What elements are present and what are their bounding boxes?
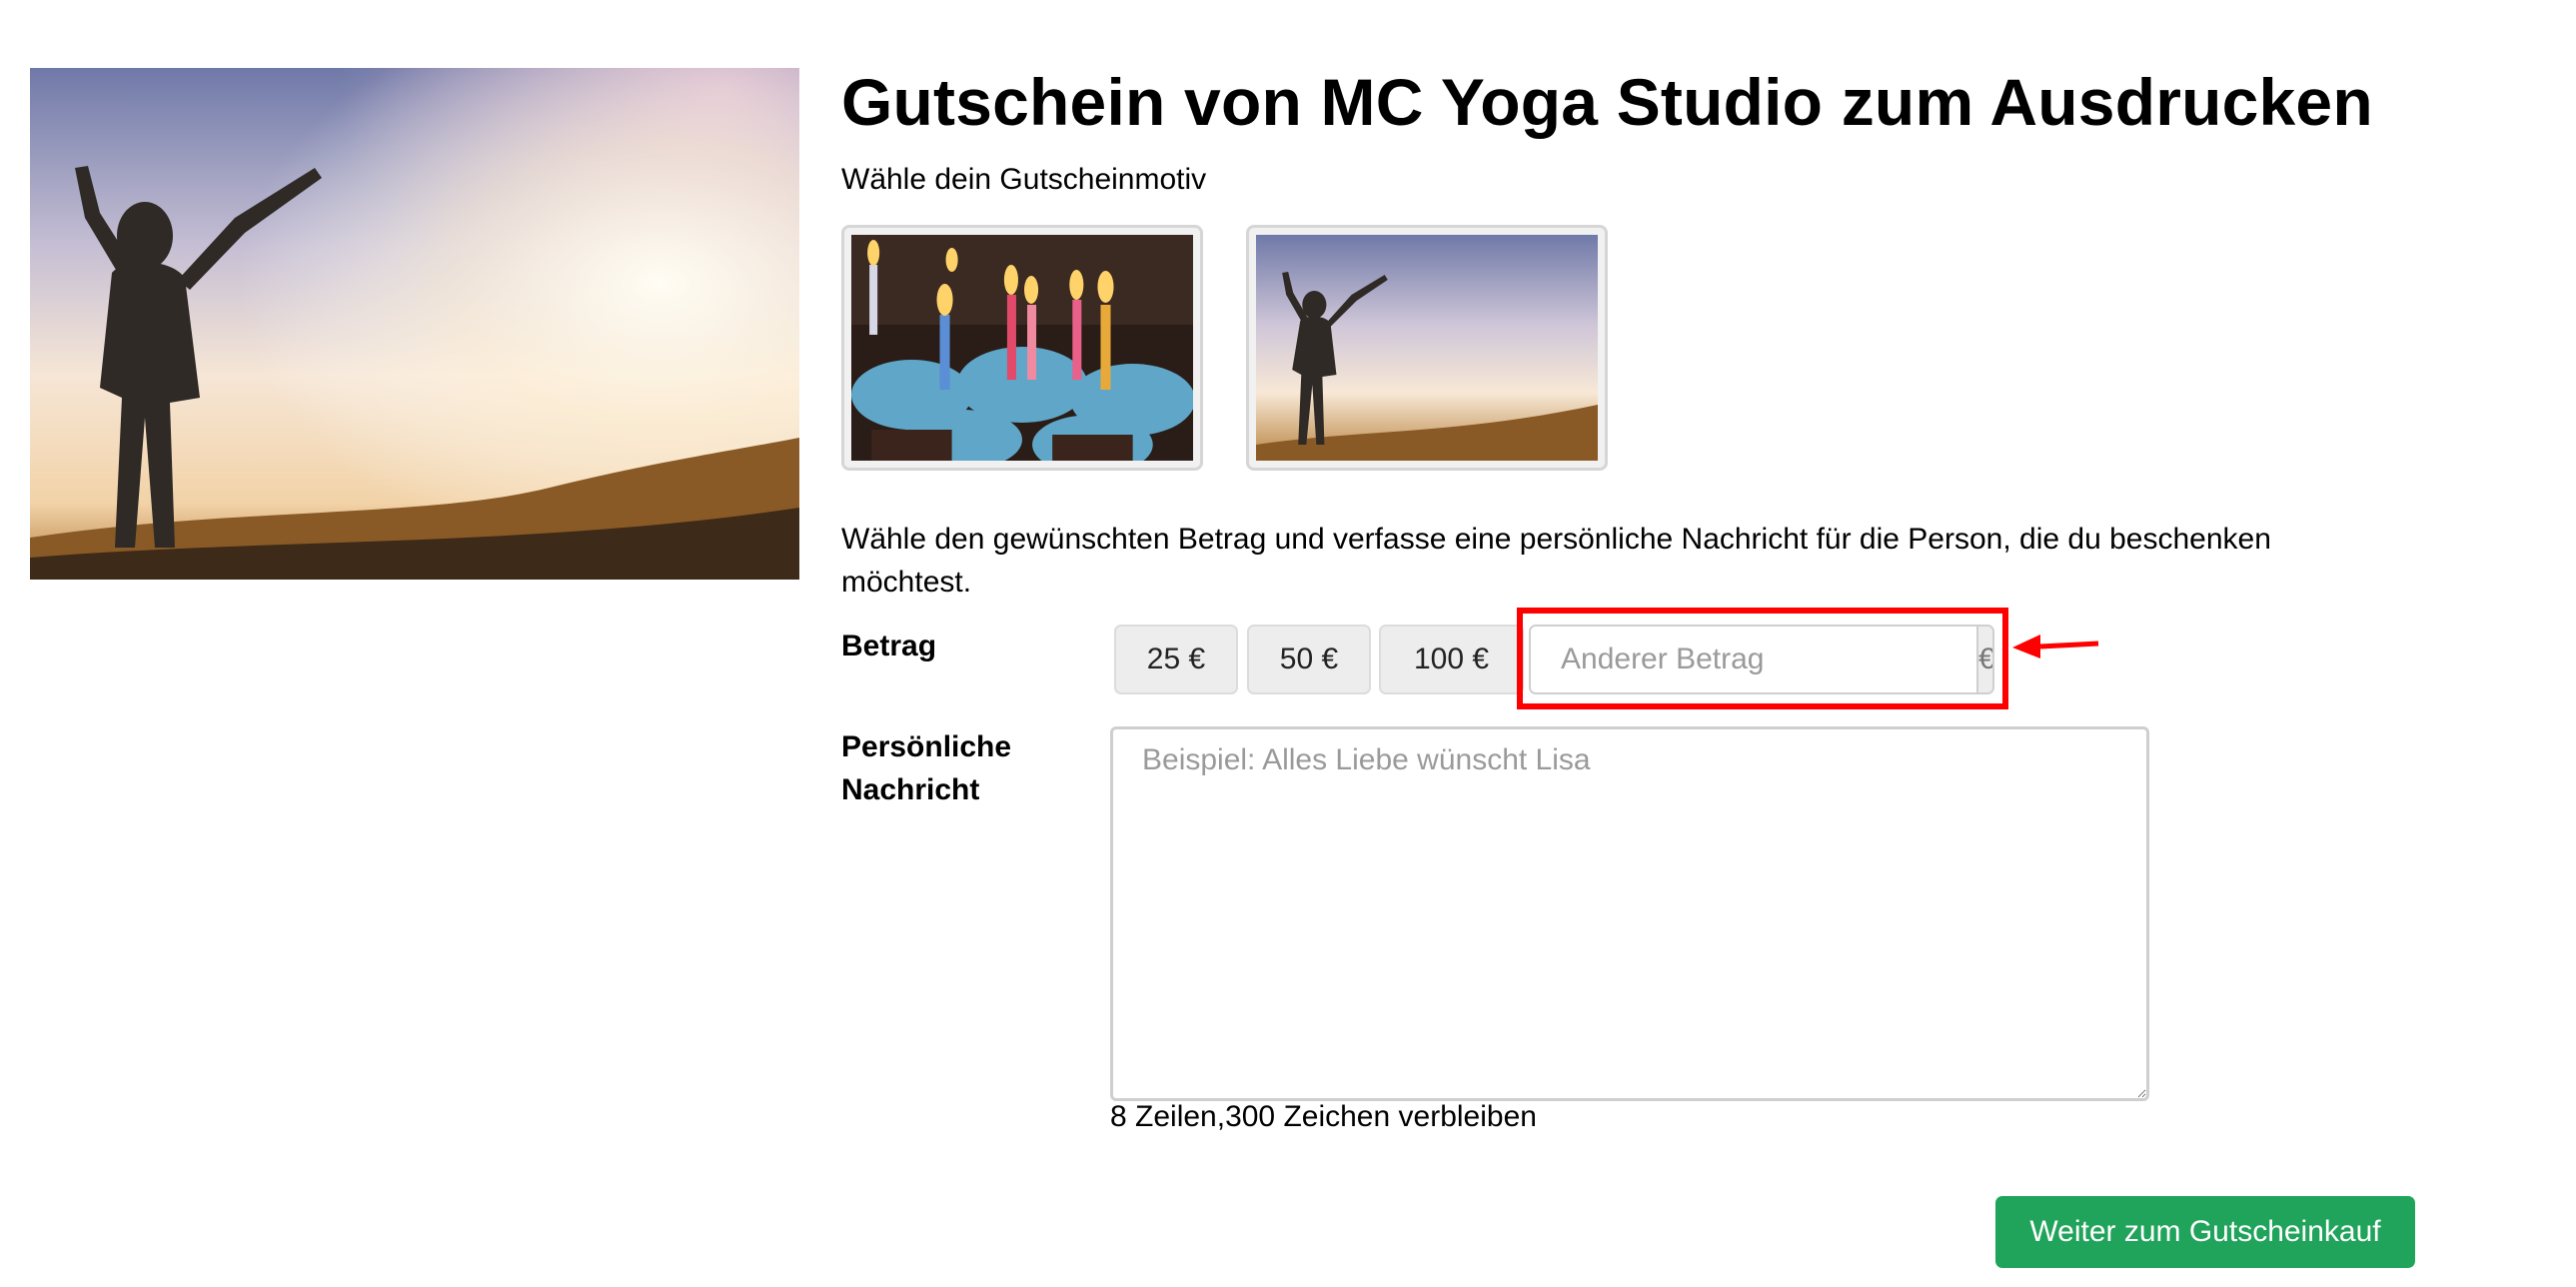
- message-label: Persönliche Nachricht: [841, 730, 1012, 806]
- motif-option-yoga[interactable]: [1246, 225, 1608, 471]
- birthday-cupcakes-image: [851, 235, 1193, 461]
- page-title: Gutschein von MC Yoga Studio zum Ausdruc…: [841, 65, 2373, 139]
- amount-25-button[interactable]: 25 €: [1114, 625, 1238, 694]
- character-counter: 8 Zeilen,300 Zeichen verbleiben: [1110, 1100, 1537, 1133]
- arrow-left-icon: [2012, 635, 2099, 658]
- yoga-sunrise-image: [1256, 235, 1598, 461]
- amount-50-button[interactable]: 50 €: [1247, 625, 1371, 694]
- motif-prompt: Wähle dein Gutscheinmotiv: [841, 163, 1207, 196]
- message-textarea[interactable]: [1110, 726, 2149, 1101]
- highlight-box: [1517, 608, 2008, 709]
- form-description: Wähle den gewünschten Betrag und verfass…: [841, 523, 2271, 599]
- amount-label: Betrag: [841, 630, 937, 662]
- motif-option-birthday[interactable]: [841, 225, 1203, 471]
- hero-image: [30, 68, 799, 580]
- amount-100-button[interactable]: 100 €: [1379, 625, 1524, 694]
- continue-purchase-button[interactable]: Weiter zum Gutscheinkauf: [1995, 1196, 2415, 1268]
